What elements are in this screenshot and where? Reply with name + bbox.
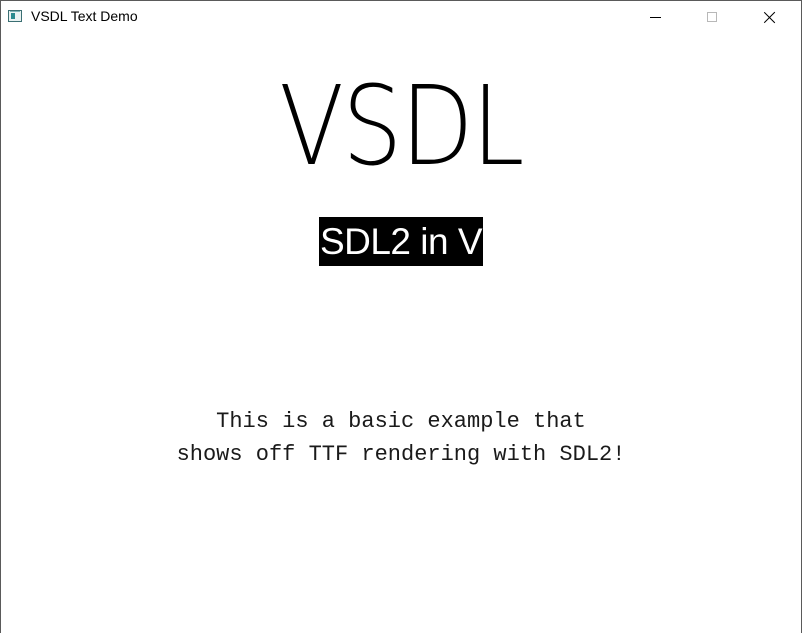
maximize-icon xyxy=(707,12,717,22)
render-canvas: VSDL SDL2 in V This is a basic example t… xyxy=(1,33,801,633)
subtitle-container: SDL2 in V xyxy=(1,217,801,266)
minimize-icon xyxy=(650,17,661,18)
app-window: VSDL Text Demo VSDL SDL2 in V This is a … xyxy=(0,0,802,633)
headline-text: VSDL xyxy=(279,62,524,190)
body-line-2: shows off TTF rendering with SDL2! xyxy=(176,442,626,467)
title-bar[interactable]: VSDL Text Demo xyxy=(1,1,801,33)
minimize-button[interactable] xyxy=(633,1,679,33)
close-icon xyxy=(764,11,776,23)
app-icon xyxy=(8,10,22,22)
maximize-button[interactable] xyxy=(689,1,735,33)
subtitle-text: SDL2 in V xyxy=(318,217,484,266)
body-line-1: This is a basic example that xyxy=(216,409,586,434)
window-title: VSDL Text Demo xyxy=(31,8,138,24)
close-button[interactable] xyxy=(747,1,793,33)
body-text: This is a basic example that shows off T… xyxy=(1,405,801,471)
